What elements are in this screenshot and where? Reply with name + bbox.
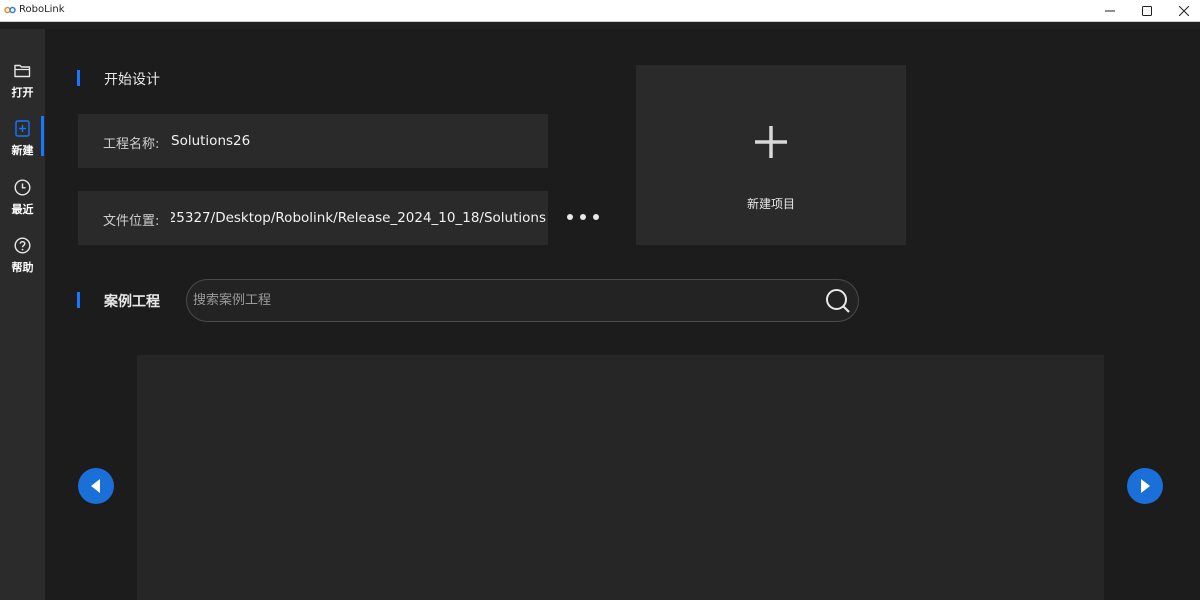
minimize-icon bbox=[1105, 10, 1115, 12]
sidebar-item-label: 打开 bbox=[11, 86, 34, 99]
sidebar-item-recent[interactable]: 最近 bbox=[0, 175, 45, 225]
plus-icon bbox=[755, 126, 787, 158]
dot-icon bbox=[580, 214, 586, 220]
folder-icon bbox=[13, 60, 33, 80]
arrow-left-icon bbox=[91, 479, 100, 493]
project-name-input[interactable]: Solutions26 bbox=[171, 133, 546, 149]
sidebar-item-new[interactable]: 新建 bbox=[0, 116, 45, 166]
dot-icon bbox=[567, 214, 573, 220]
file-location-field[interactable]: 文件位置: rs/25327/Desktop/Robolink/Release_… bbox=[78, 191, 548, 245]
example-search-box bbox=[186, 279, 859, 322]
example-carousel bbox=[137, 355, 1104, 600]
carousel-prev-button[interactable] bbox=[78, 468, 114, 504]
file-location-input[interactable]: rs/25327/Desktop/Robolink/Release_2024_1… bbox=[171, 210, 546, 226]
close-icon bbox=[1179, 6, 1189, 16]
carousel-next-button[interactable] bbox=[1127, 468, 1163, 504]
search-input[interactable] bbox=[193, 280, 813, 321]
window-title: RoboLink bbox=[19, 4, 65, 15]
section-marker bbox=[77, 70, 80, 86]
new-file-icon bbox=[13, 118, 33, 138]
minimize-button[interactable] bbox=[1090, 0, 1130, 22]
file-location-label: 文件位置: bbox=[103, 214, 160, 229]
project-name-label: 工程名称: bbox=[103, 137, 160, 152]
sidebar-top-strip bbox=[0, 22, 45, 29]
window-titlebar: RoboLink bbox=[0, 0, 1200, 22]
new-project-card[interactable]: 新建项目 bbox=[636, 65, 906, 245]
maximize-button[interactable] bbox=[1127, 0, 1167, 22]
project-name-field[interactable]: 工程名称: Solutions26 bbox=[78, 114, 548, 168]
sidebar-item-open[interactable]: 打开 bbox=[0, 58, 45, 108]
close-button[interactable] bbox=[1164, 0, 1200, 22]
sidebar-item-label: 帮助 bbox=[11, 261, 34, 274]
arrow-right-icon bbox=[1141, 479, 1150, 493]
main-content: 开始设计 工程名称: Solutions26 文件位置: rs/25327/De… bbox=[45, 29, 1200, 600]
sidebar: 打开 新建 最近 帮助 bbox=[0, 29, 45, 600]
clock-icon bbox=[13, 177, 33, 197]
section-title-design: 开始设计 bbox=[104, 72, 160, 88]
sidebar-item-label: 最近 bbox=[11, 203, 34, 216]
robolink-logo-icon bbox=[4, 6, 16, 14]
new-project-label: 新建项目 bbox=[746, 197, 795, 211]
maximize-icon bbox=[1142, 6, 1152, 16]
section-marker bbox=[77, 292, 80, 308]
help-icon bbox=[13, 235, 33, 255]
dot-icon bbox=[593, 214, 599, 220]
section-title-examples: 案例工程 bbox=[104, 294, 160, 310]
search-icon[interactable] bbox=[824, 287, 852, 315]
sidebar-item-label: 新建 bbox=[11, 144, 34, 157]
main-top-strip bbox=[45, 22, 1200, 29]
browse-location-button[interactable] bbox=[567, 210, 599, 224]
sidebar-item-help[interactable]: 帮助 bbox=[0, 233, 45, 283]
